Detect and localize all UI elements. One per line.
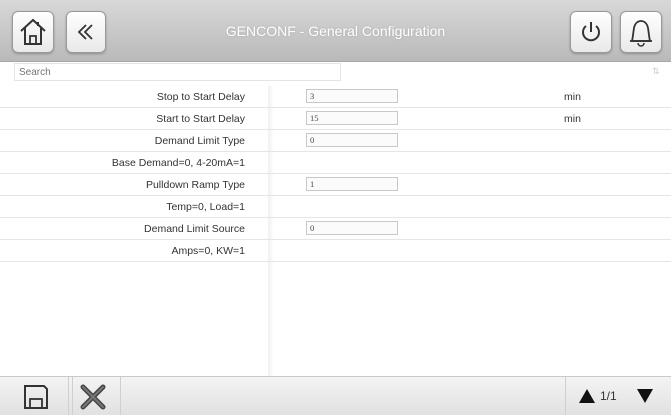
- parameter-hint: Temp=0, Load=1: [166, 201, 245, 213]
- parameter-table: Stop to Start Delay 3 min Start to Start…: [0, 86, 671, 262]
- page-down-button[interactable]: [636, 387, 654, 410]
- parameter-value-field[interactable]: 3: [306, 89, 398, 103]
- parameter-value-field[interactable]: 1: [306, 177, 398, 191]
- parameter-unit: min: [564, 91, 581, 103]
- parameter-value-field[interactable]: 15: [306, 111, 398, 125]
- cancel-x-icon: [80, 384, 105, 409]
- table-row: Demand Limit Source 0: [0, 218, 671, 240]
- bottom-bar: 1/1: [0, 376, 671, 415]
- parameter-value-field[interactable]: 0: [306, 221, 398, 235]
- back-button[interactable]: [66, 11, 106, 53]
- table-row: Start to Start Delay 15 min: [0, 108, 671, 130]
- home-icon: [20, 18, 46, 45]
- footer-divider: [565, 377, 566, 415]
- home-button[interactable]: [12, 11, 54, 53]
- triangle-up-icon: [579, 389, 595, 403]
- parameter-label: Demand Limit Type: [154, 135, 245, 147]
- parameter-hint: Amps=0, KW=1: [171, 245, 245, 257]
- table-row: Amps=0, KW=1: [0, 240, 671, 262]
- chevron-double-left-icon: [77, 24, 93, 40]
- search-input[interactable]: [14, 63, 341, 81]
- alarm-button[interactable]: [620, 11, 662, 53]
- table-row: Base Demand=0, 4-20mA=1: [0, 152, 671, 174]
- top-bar: GENCONF - General Configuration: [0, 0, 671, 62]
- parameter-label: Stop to Start Delay: [156, 91, 245, 103]
- save-icon: [24, 384, 48, 409]
- page-indicator: 1/1: [600, 389, 617, 403]
- triangle-down-icon: [637, 389, 653, 403]
- parameter-unit: min: [564, 113, 581, 125]
- sort-icon[interactable]: ⇅: [652, 66, 660, 77]
- table-row: Temp=0, Load=1: [0, 196, 671, 218]
- parameter-label: Start to Start Delay: [156, 113, 245, 125]
- table-row: Pulldown Ramp Type 1: [0, 174, 671, 196]
- cancel-button[interactable]: [72, 377, 112, 415]
- power-icon: [582, 22, 600, 42]
- page-up-button[interactable]: [578, 387, 596, 410]
- parameter-label: Demand Limit Source: [144, 223, 245, 235]
- footer-divider: [120, 377, 121, 415]
- page-title: GENCONF - General Configuration: [225, 23, 446, 39]
- table-row: Demand Limit Type 0: [0, 130, 671, 152]
- power-button[interactable]: [570, 11, 612, 53]
- bell-icon: [630, 20, 652, 47]
- parameter-label: Pulldown Ramp Type: [145, 179, 245, 191]
- save-button[interactable]: [16, 377, 56, 415]
- parameter-hint: Base Demand=0, 4-20mA=1: [111, 157, 245, 169]
- table-row: Stop to Start Delay 3 min: [0, 86, 671, 108]
- footer-divider: [68, 377, 69, 415]
- parameter-value-field[interactable]: 0: [306, 133, 398, 147]
